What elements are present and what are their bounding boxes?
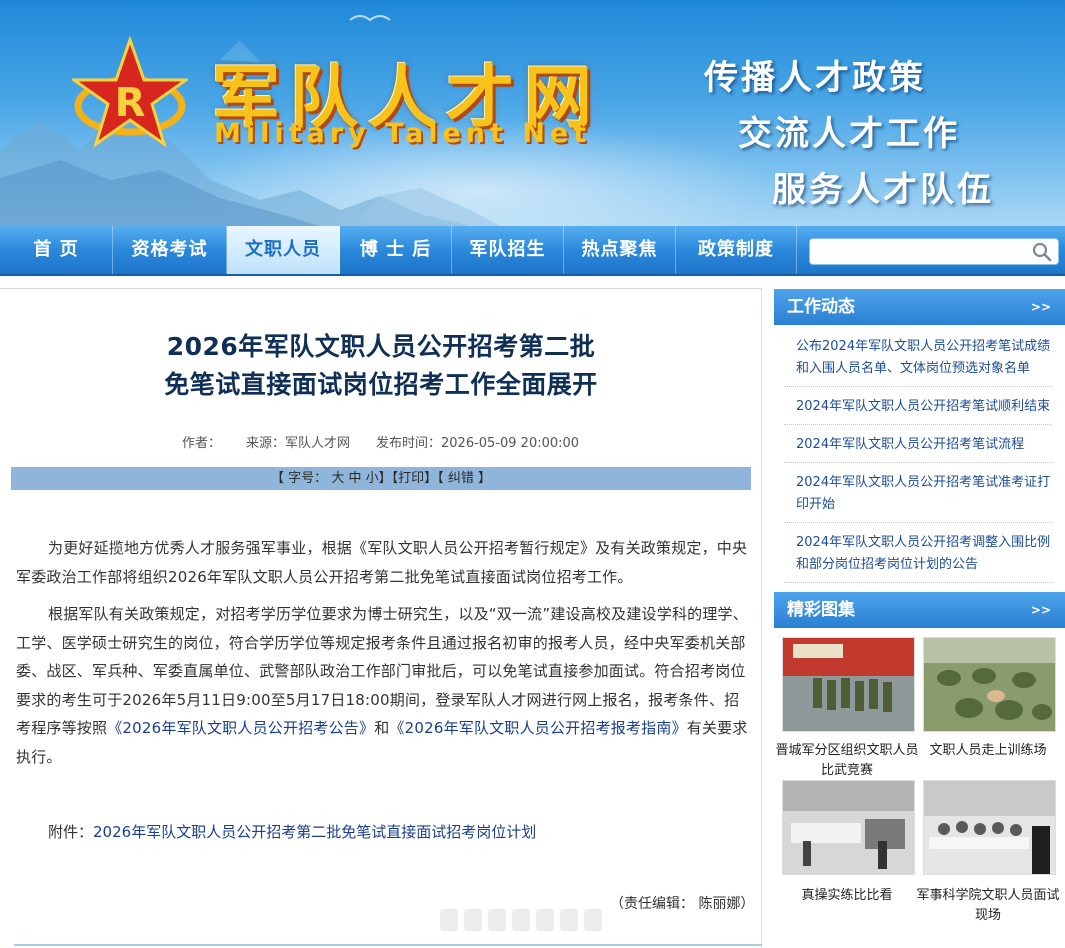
slogan-1: 传播人才政策: [704, 58, 926, 98]
slogan-3: 服务人才队伍: [772, 170, 994, 210]
article-toolbar: 【 字号： 大 中 小】【打印】【 纠错 】: [11, 467, 751, 490]
gallery-caption[interactable]: 晋城军分区组织文职人员比武竞赛: [774, 741, 920, 781]
army-star-emblem: R: [72, 36, 188, 148]
site-banner: R 军队人才网 Military Talent Net 传播人才政策 交流人才工…: [0, 0, 1065, 226]
watermark: [440, 909, 608, 935]
search-box: [809, 238, 1059, 265]
news-item[interactable]: 2024年军队文职人员公开招考笔试流程: [784, 425, 1052, 463]
font-size-small[interactable]: 小: [366, 471, 379, 486]
gallery-section-title: 精彩图集: [787, 600, 855, 620]
responsible-editor: （责任编辑： 陈丽娜）: [610, 896, 755, 912]
gallery-photo-interview[interactable]: [923, 780, 1056, 875]
news-more-link[interactable]: >>: [1031, 289, 1051, 325]
print-link[interactable]: 【打印】: [392, 471, 438, 486]
font-size-medium[interactable]: 中: [348, 471, 361, 486]
article-paragraph-1: 为更好延揽地方优秀人才服务强军事业，根据《军队文职人员公开招考暂行规定》及有关政…: [16, 539, 748, 586]
svg-text:R: R: [115, 80, 146, 126]
news-section-title: 工作动态: [787, 297, 855, 317]
news-item[interactable]: 公布2024年军队文职人员公开招考笔试成绩和入围人员名单、文体岗位预选对象名单: [784, 327, 1052, 387]
article-bottom-rule: [14, 944, 762, 946]
announcement-link[interactable]: 《2026年军队文职人员公开招考公告》: [107, 719, 374, 737]
article-title-line2: 免笔试直接面试岗位招考工作全面展开: [164, 370, 598, 399]
report-error-link[interactable]: 【 纠错 】: [437, 471, 491, 486]
gallery-caption[interactable]: 军事科学院文职人员面试现场: [915, 886, 1061, 926]
news-item[interactable]: 2024年军队文职人员公开招考调整入围比例和部分岗位招考岗位计划的公告: [784, 523, 1052, 583]
paragraph-2-text: 根据军队有关政策规定，对招考学历学位要求为博士研究生，以及“双一流”建设高校及建…: [16, 605, 748, 737]
nav-home[interactable]: 首 页: [0, 226, 113, 274]
nav-policy[interactable]: 政策制度: [676, 226, 797, 274]
font-size-large[interactable]: 大: [331, 471, 344, 486]
nav-civilian-staff[interactable]: 文职人员: [227, 226, 340, 274]
gallery-photo-practice[interactable]: [782, 780, 915, 875]
attachment-link[interactable]: 2026年军队文职人员公开招考第二批免笔试直接面试招考岗位计划: [93, 823, 536, 841]
attachment-label: 附件：: [48, 823, 94, 841]
news-item[interactable]: 2024年军队文职人员公开招考笔试顺利结束: [784, 387, 1052, 425]
gallery-more-link[interactable]: >>: [1031, 592, 1051, 628]
news-item[interactable]: 2024年军队文职人员公开招考笔试准考证打印开始: [784, 463, 1052, 523]
font-size-suffix: 】: [378, 471, 392, 486]
slogan-2: 交流人才工作: [738, 114, 960, 154]
paragraph-2-and: 和: [374, 719, 390, 737]
author-label: 作者：: [182, 436, 222, 451]
nav-postdoc[interactable]: 博 士 后: [340, 226, 452, 274]
source-label: 来源：军队人才网: [246, 436, 351, 451]
news-section-header: 工作动态 >>: [774, 289, 1065, 325]
nav-hot-topics[interactable]: 热点聚焦: [564, 226, 676, 274]
search-input[interactable]: [810, 239, 1025, 264]
gallery-section-header: 精彩图集 >>: [774, 592, 1065, 628]
site-logo-english: Military Talent Net: [214, 118, 592, 149]
attachment: 附件：2026年军队文职人员公开招考第二批免笔试直接面试招考岗位计划: [48, 821, 536, 842]
article-paragraph-2: 根据军队有关政策规定，对招考学历学位要求为博士研究生，以及“双一流”建设高校及建…: [16, 600, 752, 771]
main-nav: 首 页 资格考试 文职人员 博 士 后 军队招生 热点聚焦 政策制度: [0, 226, 1065, 276]
nav-military-admission[interactable]: 军队招生: [452, 226, 564, 274]
gallery-photo-training[interactable]: [923, 637, 1056, 732]
nav-qualification-exam[interactable]: 资格考试: [113, 226, 227, 274]
publish-time: 发布时间：2026-05-09 20:00:00: [376, 436, 580, 451]
gallery-caption[interactable]: 文职人员走上训练场: [915, 741, 1061, 761]
gallery-photo-march[interactable]: [782, 637, 915, 732]
article-title-line1: 2026年军队文职人员公开招考第二批: [166, 332, 596, 361]
news-list: 公布2024年军队文职人员公开招考笔试成绩和入围人员名单、文体岗位预选对象名单 …: [784, 327, 1052, 591]
search-icon[interactable]: [1032, 242, 1052, 262]
gallery-caption[interactable]: 真操实练比比看: [774, 886, 920, 906]
article-panel: 2026年军队文职人员公开招考第二批 免笔试直接面试岗位招考工作全面展开 作者：…: [0, 288, 762, 948]
font-size-prefix: 【 字号：: [271, 471, 328, 486]
guide-link[interactable]: 《2026年军队文职人员公开招考报考指南》: [389, 719, 686, 737]
